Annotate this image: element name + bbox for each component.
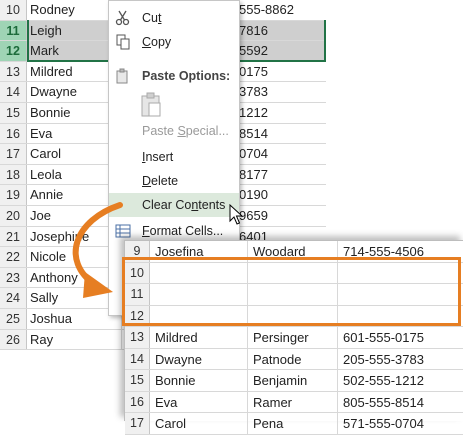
cell-last-name[interactable]: Persinger	[248, 327, 338, 348]
row-header[interactable]: 20	[0, 205, 27, 226]
cell-first-name[interactable]: Josefina	[150, 241, 248, 262]
menu-label: Insert	[142, 150, 174, 164]
table-row: 17 Carol Pena 571-555-0704	[125, 413, 463, 435]
cell-first-name[interactable]: Ray	[27, 329, 122, 350]
cell-phone[interactable]: 714-555-4506	[338, 241, 463, 262]
cell-first-name[interactable]	[150, 284, 248, 305]
cell-first-name[interactable]: Mildred	[150, 327, 248, 348]
paste-icon	[116, 68, 128, 84]
table-row: 10	[125, 262, 463, 284]
row-header[interactable]: 23	[0, 267, 27, 288]
row-header[interactable]: 17	[125, 413, 150, 434]
row-header[interactable]: 18	[0, 164, 27, 185]
cell-last-name[interactable]	[248, 284, 338, 305]
cell-phone[interactable]	[338, 306, 463, 327]
cell-last-name[interactable]: Ramer	[248, 391, 338, 412]
menu-item-cut[interactable]: Cut	[109, 6, 239, 30]
table-row: 11	[125, 284, 463, 306]
arrow-icon	[72, 202, 123, 298]
copy-icon	[116, 34, 130, 50]
cell-first-name[interactable]	[150, 262, 248, 283]
cell-first-name[interactable]: Dwayne	[150, 348, 248, 369]
cell-last-name[interactable]	[248, 305, 338, 326]
cell-phone[interactable]: 205-555-3783	[338, 349, 463, 370]
row-header[interactable]: 16	[125, 391, 150, 412]
cell-phone[interactable]: 601-555-0175	[338, 327, 463, 348]
table-row: 12	[125, 305, 463, 327]
mouse-cursor-icon	[229, 204, 243, 225]
cell-first-name[interactable]	[150, 305, 248, 326]
table-row: 15 Bonnie Benjamin 502-555-1212	[125, 370, 463, 392]
cell-first-name[interactable]: Carol	[150, 413, 248, 434]
row-header[interactable]: 15	[125, 370, 150, 391]
cell-phone[interactable]: 502-555-1212	[338, 370, 463, 391]
row-header[interactable]: 12	[125, 305, 150, 326]
table-row: 9 Josefina Woodard 714-555-4506	[125, 241, 463, 263]
menu-item-insert[interactable]: Insert	[109, 145, 239, 169]
menu-label: Delete	[142, 174, 179, 188]
cell-last-name[interactable]: Woodard	[248, 241, 338, 262]
table-row: 14 Dwayne Patnode 205-555-3783	[125, 348, 463, 370]
row-header[interactable]: 12	[0, 41, 27, 61]
menu-label: Paste Special...	[142, 124, 229, 138]
row-header[interactable]: 19	[0, 185, 27, 205]
menu-label: Copy	[142, 35, 172, 49]
row-header[interactable]: 15	[0, 102, 27, 123]
menu-item-delete[interactable]: Delete	[109, 169, 239, 193]
row-header[interactable]: 14	[125, 348, 150, 369]
paste-clipboard-icon[interactable]	[139, 92, 163, 118]
row-header[interactable]: 16	[0, 123, 27, 144]
row-header[interactable]: 25	[0, 308, 27, 329]
cell-phone[interactable]	[338, 284, 463, 305]
row-header[interactable]: 17	[0, 144, 27, 164]
row-header[interactable]: 10	[0, 0, 27, 20]
scissors-icon	[115, 10, 130, 26]
menu-label: Format Cells...	[142, 224, 224, 238]
row-header[interactable]: 14	[0, 82, 27, 102]
menu-header-paste-options: Paste Options:	[109, 64, 239, 88]
row-header[interactable]: 21	[0, 226, 27, 247]
zoom-inset: 9 Josefina Woodard 714-555-4506 10 11 12 13 Mild…	[124, 240, 463, 435]
menu-label: Clear Contents	[142, 198, 226, 212]
cell-first-name[interactable]: Bonnie	[150, 370, 248, 391]
cell-last-name[interactable]: Patnode	[248, 348, 338, 369]
row-header[interactable]: 13	[0, 61, 27, 82]
row-header[interactable]: 11	[0, 20, 27, 41]
cell-last-name[interactable]	[248, 262, 338, 283]
cell-phone[interactable]: 571-555-0704	[338, 413, 463, 434]
menu-item-copy[interactable]: Copy	[109, 30, 239, 54]
table-row: 13 Mildred Persinger 601-555-0175	[125, 327, 463, 349]
cell-last-name[interactable]: Pena	[248, 413, 338, 434]
menu-label: Cut	[142, 11, 162, 25]
row-header[interactable]: 22	[0, 247, 27, 267]
cell-phone[interactable]	[338, 263, 463, 284]
row-header[interactable]: 26	[0, 329, 27, 350]
menu-item-paste-special[interactable]: Paste Special...	[109, 119, 239, 143]
table-row: 16 Eva Ramer 805-555-8514	[125, 391, 463, 413]
row-header[interactable]: 13	[125, 327, 150, 348]
cell-first-name[interactable]: Eva	[150, 391, 248, 412]
cell-last-name[interactable]: Benjamin	[248, 370, 338, 391]
row-header[interactable]: 24	[0, 288, 27, 308]
cell-phone[interactable]: 805-555-8514	[338, 392, 463, 413]
